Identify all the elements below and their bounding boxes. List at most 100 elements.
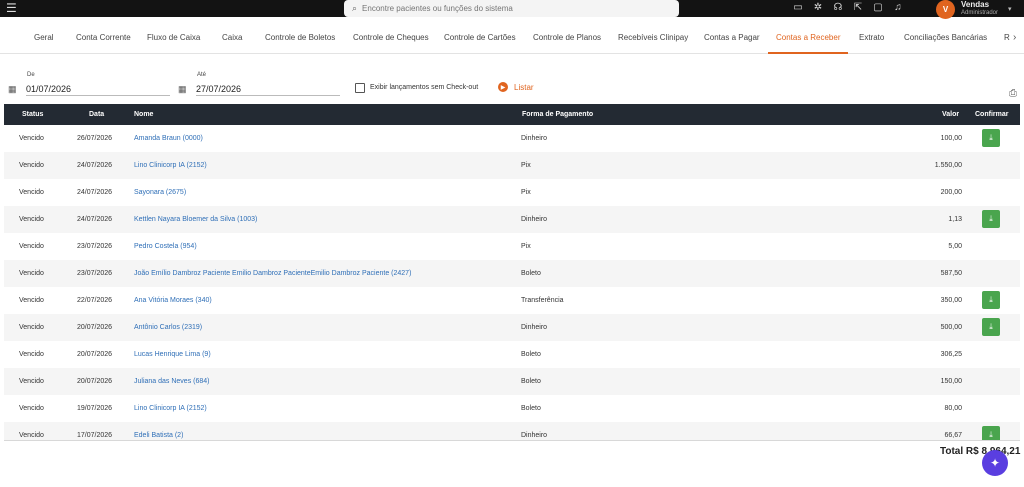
tab-conciliacoes-bancarias[interactable]: Conciliações Bancárias: [904, 22, 987, 54]
calendar-icon[interactable]: ▦: [178, 84, 187, 95]
table-row[interactable]: Vencido 24/07/2026 Sayonara (2675) Pix 200,0…: [4, 179, 1020, 206]
to-date-input[interactable]: [196, 82, 340, 96]
from-date-input[interactable]: [26, 82, 170, 96]
cell-value: 66,67: [944, 432, 962, 439]
checkout-label: Exibir lançamentos sem Check-out: [370, 84, 479, 91]
cell-status: Vencido: [19, 297, 44, 304]
table-row[interactable]: Vencido 26/07/2026 Amanda Braun (0000) Dinh…: [4, 125, 1020, 152]
cell-name[interactable]: Kettlen Nayara Bloemer da Silva (1003): [134, 206, 257, 233]
cell-name[interactable]: Sayonara (2675): [134, 179, 186, 206]
bell-icon[interactable]: ♫: [893, 2, 903, 14]
cell-name[interactable]: João Emílio Dambroz Paciente Emilio Damb…: [134, 260, 411, 287]
table-row[interactable]: Vencido 24/07/2026 Lino Clinicorp IA (2152…: [4, 152, 1020, 179]
table-header: Status Data Nome Forma de Pagamento Valo…: [4, 104, 1020, 125]
header-status[interactable]: Status: [22, 104, 43, 125]
tab-controle-de-cheques[interactable]: Controle de Cheques: [353, 22, 429, 54]
cell-name[interactable]: Pedro Costela (954): [134, 233, 197, 260]
top-icons: ▭ ✲ ☊ ⇱ ▢ ♫: [793, 2, 903, 14]
header-payment[interactable]: Forma de Pagamento: [522, 104, 593, 125]
confirm-download-button[interactable]: ⤓: [982, 426, 1000, 440]
cell-value: 350,00: [940, 297, 962, 304]
cell-value: 150,00: [940, 378, 962, 385]
cell-name[interactable]: Amanda Braun (0000): [134, 125, 203, 152]
tab-recebiveis-clinipay[interactable]: Recebíveis Clinipay: [618, 22, 688, 54]
cell-payment: Boleto: [521, 405, 541, 412]
confirm-download-button[interactable]: ⤓: [982, 129, 1000, 147]
table-row[interactable]: Vencido 17/07/2026 Edeli Batista (2) Dinhei…: [4, 422, 1020, 440]
calendar-icon[interactable]: ▦: [8, 84, 17, 95]
table-row[interactable]: Vencido 22/07/2026 Ana Vitória Moraes (340…: [4, 287, 1020, 314]
tab-truncated[interactable]: R: [1004, 22, 1010, 54]
cell-status: Vencido: [19, 378, 44, 385]
tab-conta-corrente[interactable]: Conta Corrente: [76, 22, 131, 54]
sun-icon[interactable]: ✲: [813, 2, 823, 14]
cell-value: 200,00: [940, 189, 962, 196]
cell-date: 20/07/2026: [77, 351, 113, 358]
checkout-checkbox[interactable]: [355, 83, 365, 93]
assistant-fab[interactable]: ✦: [982, 450, 1008, 476]
cell-name[interactable]: Ana Vitória Moraes (340): [134, 287, 212, 314]
tab-extrato[interactable]: Extrato: [859, 22, 884, 54]
tab-contas-a-pagar[interactable]: Contas a Pagar: [704, 22, 760, 54]
cell-status: Vencido: [19, 324, 44, 331]
confirm-download-button[interactable]: ⤓: [982, 291, 1000, 309]
cell-date: 19/07/2026: [77, 405, 113, 412]
tab-contas-a-receber[interactable]: Contas a Receber: [768, 22, 849, 54]
cell-payment: Boleto: [521, 351, 541, 358]
tab-controle-de-cartoes[interactable]: Controle de Cartões: [444, 22, 516, 54]
table-row[interactable]: Vencido 20/07/2026 Lucas Henrique Lima (9)…: [4, 341, 1020, 368]
print-icon[interactable]: ⎙: [1009, 88, 1017, 99]
cell-value: 1,13: [948, 216, 962, 223]
tab-caixa[interactable]: Caixa: [222, 22, 242, 54]
table-row[interactable]: Vencido 19/07/2026 Lino Clinicorp IA (2152…: [4, 395, 1020, 422]
header-date[interactable]: Data: [89, 104, 104, 125]
cell-name[interactable]: Juliana das Neves (684): [134, 368, 210, 395]
cell-payment: Dinheiro: [521, 135, 548, 142]
header-name[interactable]: Nome: [134, 104, 153, 125]
cell-name[interactable]: Lino Clinicorp IA (2152): [134, 395, 207, 422]
cell-status: Vencido: [19, 270, 44, 277]
confirm-download-button[interactable]: ⤓: [982, 210, 1000, 228]
cell-value: 306,25: [940, 351, 962, 358]
cell-name[interactable]: Antônio Carlos (2319): [134, 314, 202, 341]
search-input[interactable]: [362, 4, 663, 13]
menu-icon[interactable]: ☰: [6, 2, 17, 14]
play-icon: ▶: [498, 82, 508, 92]
to-label: Até: [197, 72, 207, 78]
cell-name[interactable]: Lino Clinicorp IA (2152): [134, 152, 207, 179]
cell-date: 22/07/2026: [77, 297, 113, 304]
table-bottom-border: [4, 440, 1020, 443]
confirm-download-button[interactable]: ⤓: [982, 318, 1000, 336]
cell-date: 20/07/2026: [77, 324, 113, 331]
cell-value: 80,00: [944, 405, 962, 412]
headset-icon[interactable]: ☊: [833, 2, 843, 14]
tab-controle-de-boletos[interactable]: Controle de Boletos: [265, 22, 335, 54]
chat-icon[interactable]: ▢: [873, 2, 883, 14]
chevron-right-icon[interactable]: ›: [1013, 32, 1016, 43]
cell-name[interactable]: Lucas Henrique Lima (9): [134, 341, 211, 368]
total-amount: Total R$ 8.964,21: [940, 446, 1021, 457]
tab-geral[interactable]: Geral: [34, 22, 54, 54]
cell-status: Vencido: [19, 432, 44, 439]
cell-date: 17/07/2026: [77, 432, 113, 439]
video-icon[interactable]: ▭: [793, 2, 803, 14]
table-row[interactable]: Vencido 24/07/2026 Kettlen Nayara Bloemer …: [4, 206, 1020, 233]
cell-name[interactable]: Edeli Batista (2): [134, 422, 183, 440]
list-button[interactable]: ▶ Listar: [498, 82, 534, 92]
table-row[interactable]: Vencido 20/07/2026 Juliana das Neves (684)…: [4, 368, 1020, 395]
header-value[interactable]: Valor: [942, 104, 959, 125]
cell-status: Vencido: [19, 189, 44, 196]
user-menu[interactable]: V Vendas Administrador ▾: [936, 0, 1012, 19]
cell-value: 587,50: [940, 270, 962, 277]
table-row[interactable]: Vencido 20/07/2026 Antônio Carlos (2319) Di…: [4, 314, 1020, 341]
tab-controle-de-planos[interactable]: Controle de Planos: [533, 22, 601, 54]
chevron-down-icon[interactable]: ▾: [1008, 5, 1012, 13]
tab-fluxo-de-caixa[interactable]: Fluxo de Caixa: [147, 22, 200, 54]
cell-date: 23/07/2026: [77, 270, 113, 277]
global-search[interactable]: ⌕: [344, 0, 679, 17]
table-row[interactable]: Vencido 23/07/2026 João Emílio Dambroz Pac…: [4, 260, 1020, 287]
share-icon[interactable]: ⇱: [853, 2, 863, 14]
table-row[interactable]: Vencido 23/07/2026 Pedro Costela (954) Pix 5…: [4, 233, 1020, 260]
user-name: Vendas: [961, 0, 990, 9]
from-label: De: [27, 72, 35, 78]
